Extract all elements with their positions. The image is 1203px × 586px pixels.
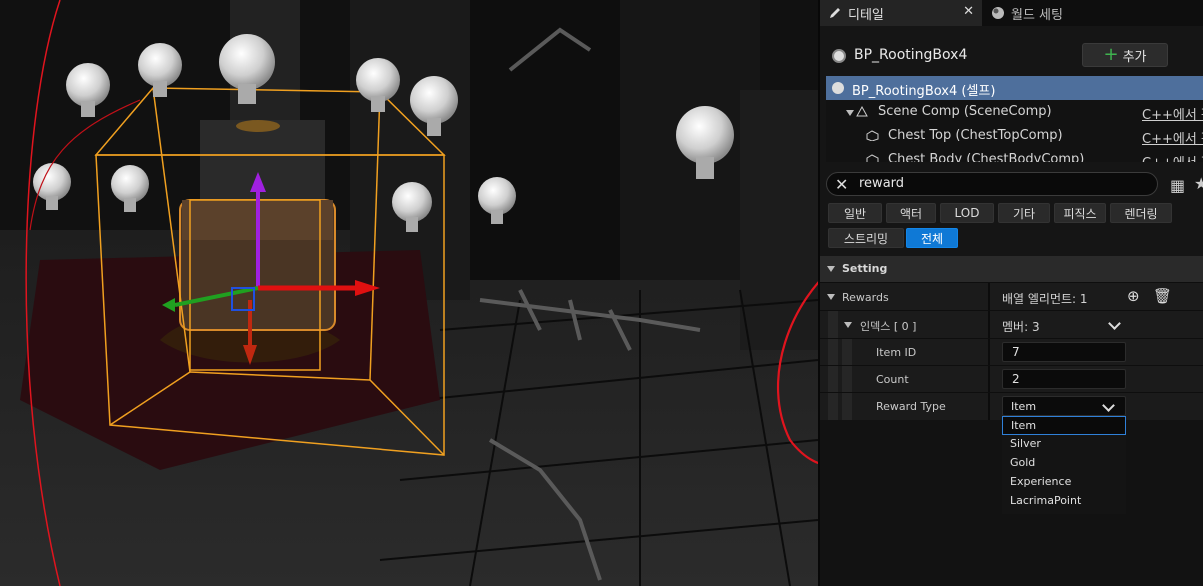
column-divider: [988, 311, 990, 338]
column-divider: [988, 366, 990, 392]
component-row[interactable]: Scene Comp (SceneComp) C++에서 편: [826, 100, 1203, 124]
item-id-field[interactable]: 7: [1002, 342, 1126, 362]
property-row-count: Count 2: [820, 365, 1203, 392]
section-title: Setting: [842, 262, 888, 275]
cpp-edit-link[interactable]: C++에서 편: [1142, 128, 1203, 147]
filter-button[interactable]: 렌더링: [1110, 203, 1172, 223]
pencil-icon: [830, 8, 840, 18]
section-header-setting[interactable]: Setting: [820, 256, 1203, 282]
property-name: Count: [876, 373, 909, 386]
viewport-scene[interactable]: [0, 0, 818, 586]
tab-world-settings-label: 월드 세팅: [1011, 7, 1063, 23]
filter-button[interactable]: 기타: [998, 203, 1050, 223]
chevron-down-icon[interactable]: [1108, 317, 1121, 330]
tab-details-label: 디테일: [848, 7, 884, 23]
property-name: Reward Type: [876, 400, 946, 413]
collapse-arrow-icon[interactable]: [846, 110, 854, 116]
component-row[interactable]: Chest Body (ChestBodyComp) C++에서 편: [826, 148, 1203, 162]
details-search[interactable]: ✕ reward: [826, 172, 1158, 196]
indent-bar: [828, 339, 838, 365]
count-field[interactable]: 2: [1002, 369, 1126, 389]
actor-icon: [832, 82, 844, 94]
column-divider: [988, 283, 990, 310]
dropdown-option[interactable]: Item: [1002, 416, 1126, 435]
component-tree: BP_RootingBox4 (셀프) Scene Comp (SceneCom…: [826, 76, 1203, 162]
panel-tab-bar: 디테일 ✕ 월드 세팅: [820, 0, 1203, 26]
property-row-item-id: Item ID 7: [820, 338, 1203, 365]
object-name: BP_RootingBox4: [854, 47, 968, 63]
property-name: Item ID: [876, 346, 917, 359]
column-divider: [988, 393, 990, 420]
add-component-button[interactable]: + 추가: [1082, 43, 1168, 67]
column-divider: [988, 339, 990, 365]
search-input[interactable]: reward: [859, 176, 904, 191]
clear-search-icon[interactable]: ✕: [835, 175, 848, 194]
reward-type-select[interactable]: Item: [1002, 396, 1126, 416]
component-row[interactable]: Chest Top (ChestTopComp) C++에서 편: [826, 124, 1203, 148]
member-count: 멤버: 3: [1002, 320, 1040, 334]
indent-bar: [842, 339, 852, 365]
filter-button[interactable]: 일반: [828, 203, 882, 223]
array-count: 배열 엘리먼트: 1: [1002, 292, 1088, 306]
property-name: Rewards: [842, 291, 889, 304]
filter-button[interactable]: 스트리밍: [828, 228, 904, 248]
collapse-arrow-icon[interactable]: [844, 322, 852, 328]
reward-type-value: Item: [1011, 400, 1037, 413]
property-row-rewards: Rewards 배열 엘리먼트: 1 ⊕ 🗑: [820, 282, 1203, 310]
mesh-icon: [866, 154, 879, 162]
dropdown-option[interactable]: Experience: [1002, 473, 1126, 492]
cpp-edit-link[interactable]: C++에서 편: [1142, 104, 1203, 123]
component-label: BP_RootingBox4 (셀프): [852, 84, 996, 99]
component-label: Chest Top (ChestTopComp): [888, 128, 1063, 143]
favorite-star-icon[interactable]: ★: [1194, 174, 1203, 193]
add-component-label: 추가: [1122, 49, 1147, 65]
indent-bar: [842, 393, 852, 420]
property-name: 인덱스 [ 0 ]: [860, 320, 917, 333]
component-label: Chest Body (ChestBodyComp): [888, 152, 1085, 162]
mesh-icon: [866, 130, 879, 141]
filter-button[interactable]: 액터: [886, 203, 936, 223]
indent-bar: [842, 366, 852, 392]
filter-button-active[interactable]: 전체: [906, 228, 958, 248]
grid-view-icon[interactable]: ▦: [1170, 176, 1185, 195]
dropdown-option[interactable]: Silver: [1002, 435, 1126, 454]
collapse-arrow-icon[interactable]: [827, 294, 835, 300]
collapse-arrow-icon[interactable]: [827, 266, 835, 272]
chevron-down-icon: [1102, 399, 1115, 412]
details-panel: 디테일 ✕ 월드 세팅 BP_RootingBox4 + 추가 BP_Rooti…: [818, 0, 1203, 586]
globe-icon: [992, 7, 1004, 19]
tab-world-settings[interactable]: 월드 세팅: [983, 0, 1133, 26]
add-element-icon[interactable]: ⊕: [1127, 287, 1140, 305]
property-row-index: 인덱스 [ 0 ] 멤버: 3: [820, 310, 1203, 338]
delete-icon[interactable]: 🗑: [1153, 287, 1172, 305]
indent-bar: [828, 393, 838, 420]
object-header: BP_RootingBox4 + 추가: [820, 42, 1203, 70]
scene-component-icon: [856, 106, 868, 117]
filter-button[interactable]: LOD: [940, 203, 994, 223]
component-row-self[interactable]: BP_RootingBox4 (셀프): [826, 76, 1203, 100]
indent-bar: [828, 311, 838, 338]
dropdown-option[interactable]: Gold: [1002, 454, 1126, 473]
tab-details[interactable]: 디테일 ✕: [820, 0, 982, 26]
cpp-edit-link[interactable]: C++에서 편: [1142, 152, 1203, 162]
indent-bar: [828, 366, 838, 392]
component-label: Scene Comp (SceneComp): [878, 104, 1052, 119]
level-viewport[interactable]: [0, 0, 818, 586]
close-icon[interactable]: ✕: [963, 4, 974, 19]
dropdown-option[interactable]: LacrimaPoint: [1002, 492, 1126, 511]
plus-icon: +: [1103, 44, 1119, 65]
reward-type-dropdown: Item Silver Gold Experience LacrimaPoint: [1002, 416, 1126, 514]
actor-icon: [832, 49, 846, 63]
filter-button[interactable]: 피직스: [1054, 203, 1106, 223]
